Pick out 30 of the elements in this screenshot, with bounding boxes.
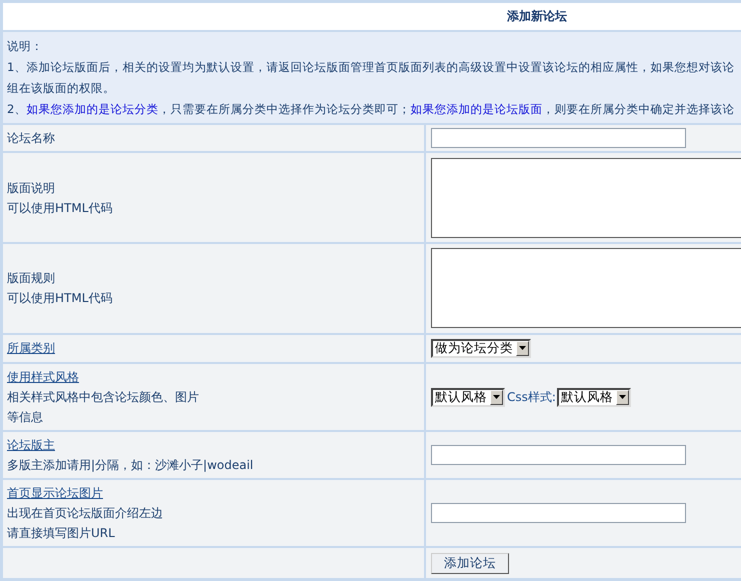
field-hint: 出现在首页论坛版面介绍左边 [7,505,163,522]
field-hint: 多版主添加请用|分隔，如：沙滩小子|wodeail [7,457,254,474]
field-label: 论坛名称 [7,130,55,147]
page-title: 添加新论坛 [3,3,741,30]
caret-icon [490,390,503,405]
field-link[interactable]: 使用样式风格 [7,367,79,388]
caret-icon [516,340,529,356]
style-select[interactable]: 默认风格 [431,388,505,407]
field-hint: 可以使用HTML代码 [7,200,112,217]
field-hint: 请直接填写图片URL [7,525,115,542]
field-link[interactable]: 所属类别 [7,338,55,358]
text-input[interactable] [431,445,686,466]
notes-heading: 说明： [7,38,44,55]
add-forum-button[interactable]: 添加论坛 [431,552,509,574]
css-label: Css样式: [507,388,556,406]
field-hint: 可以使用HTML代码 [7,290,112,308]
category-select[interactable]: 做为论坛分类 [431,338,531,358]
css-select[interactable]: 默认风格 [556,388,631,407]
field-link[interactable]: 论坛版主 [7,435,55,456]
field-label: 版面规则 [7,270,55,288]
notes-text: 组在该版面的权限。 [7,80,116,97]
text-input[interactable] [431,128,686,148]
field-hint: 等信息 [7,409,43,426]
field-link[interactable]: 首页显示论坛图片 [7,483,103,504]
caret-icon [616,390,629,405]
field-label: 版面说明 [7,180,55,197]
notes-text: 1、添加论坛版面后，相关的设置均为默认设置，请返回论坛版面管理首页版面列表的高级设置中设置该论坛的相应属性，如果您想对该论 [7,58,736,76]
notes-text: 2、如果您添加的是论坛分类，只需要在所属分类中选择作为论坛分类即可；如果您添加的是论坛版面，则要在所属分类中确定并选择该论 [7,100,736,118]
field-hint: 相关样式风格中包含论坛颜色、图片 [7,389,199,406]
text-input[interactable] [431,503,686,524]
